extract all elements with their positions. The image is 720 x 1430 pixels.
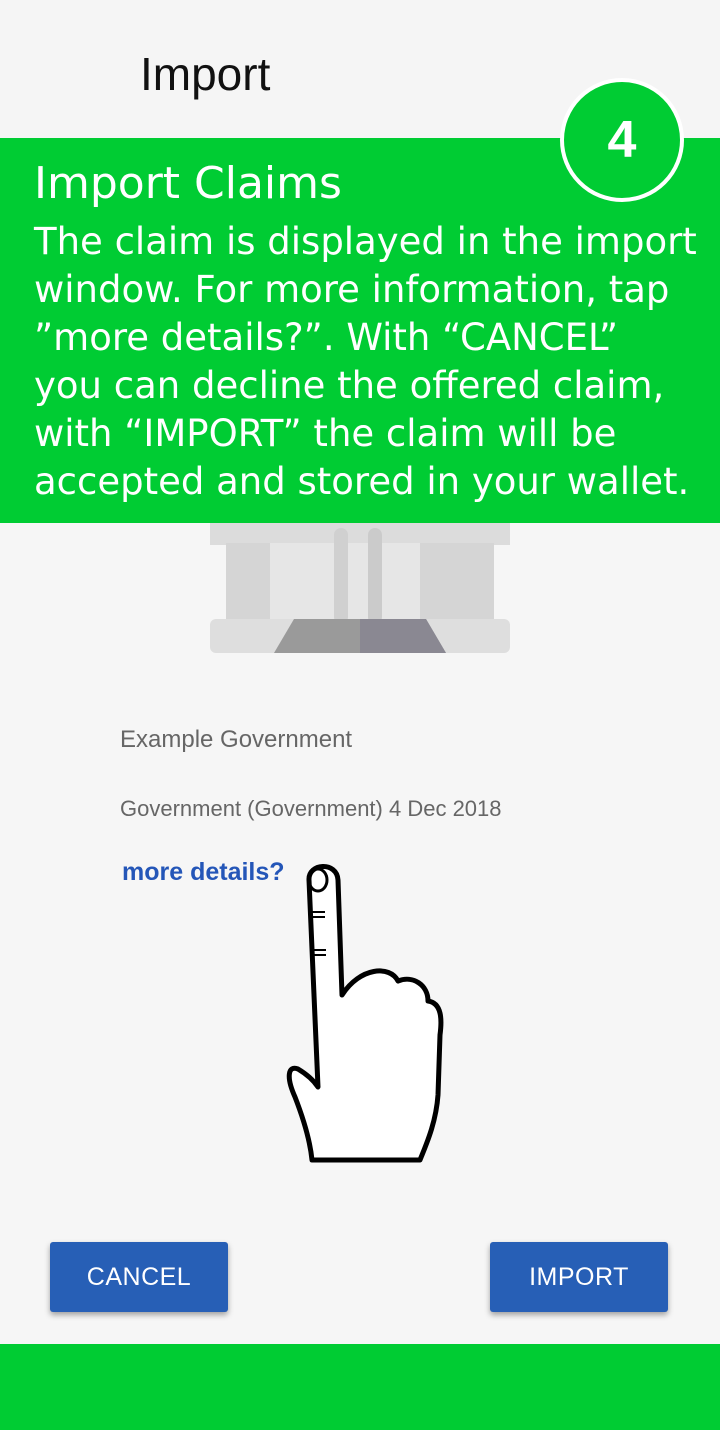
cancel-button[interactable]: CANCEL: [50, 1242, 228, 1312]
tutorial-body: The claim is displayed in the import win…: [34, 218, 710, 506]
import-button[interactable]: IMPORT: [490, 1242, 668, 1312]
tutorial-body-line: with “IMPORT” the claim will be: [34, 412, 617, 455]
page-title: Import: [140, 48, 271, 100]
footer-bar: [0, 1344, 720, 1430]
tutorial-body-line: you can decline the offered claim,: [34, 364, 665, 407]
tutorial-body-line: The claim is displayed in the import: [34, 220, 697, 263]
pointing-hand-icon: [286, 864, 444, 1163]
tutorial-body-line: accepted and stored in your wallet.: [34, 460, 690, 503]
claim-meta: Government (Government) 4 Dec 2018: [120, 796, 502, 821]
step-number-badge: 4: [560, 78, 684, 202]
tutorial-title: Import Claims: [34, 158, 342, 209]
more-details-link[interactable]: more details?: [122, 858, 285, 887]
tutorial-body-line: ”more details?”. With “CANCEL”: [34, 316, 619, 359]
government-building-icon: [210, 523, 510, 653]
issuer-name: Example Government: [120, 726, 353, 753]
tutorial-body-line: window. For more information, tap: [34, 268, 670, 311]
